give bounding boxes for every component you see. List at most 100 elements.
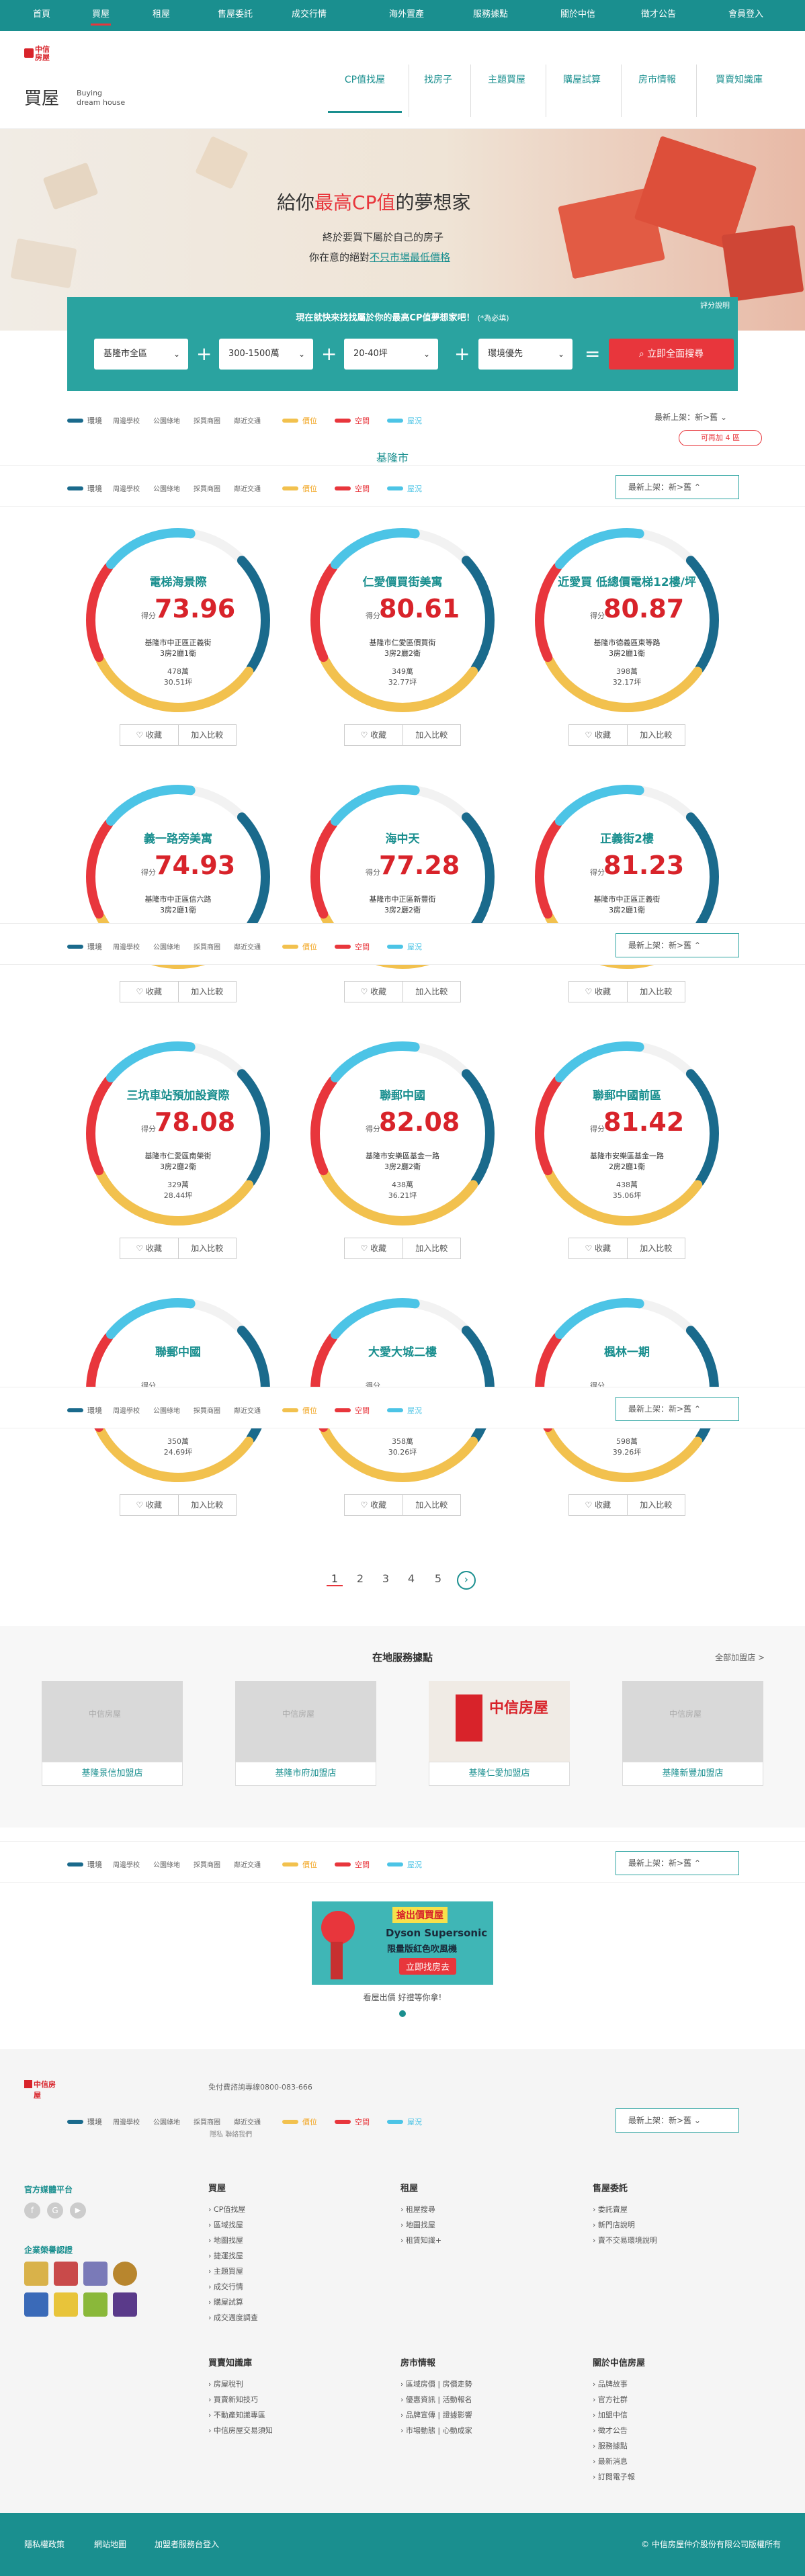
footer-link[interactable]: › 租賃知識+ [400, 2233, 441, 2248]
topnav-jobs[interactable]: 徵才公告 [625, 0, 692, 31]
compare-button[interactable]: 加入比較 [402, 725, 461, 745]
save-button[interactable]: ♡ 收藏 [120, 1495, 178, 1515]
property-name[interactable]: 聯郵中國前區 [516, 1086, 738, 1103]
page-1[interactable]: 1 [327, 1572, 343, 1586]
save-button[interactable]: ♡ 收藏 [345, 1238, 402, 1258]
save-button[interactable]: ♡ 收藏 [569, 725, 627, 745]
compare-button[interactable]: 加入比較 [177, 1238, 237, 1258]
all-shops-link[interactable]: 全部加盟店 > [715, 1651, 765, 1663]
save-button[interactable]: ♡ 收藏 [569, 1495, 627, 1515]
promo-banner[interactable]: 搶出價買屋 Dyson Supersonic 限量版紅色吹風機 立即找房去 [312, 1901, 493, 1985]
property-name[interactable]: 義一路旁美寓 [67, 829, 289, 846]
footer-link[interactable]: › 中信房屋交易須知 [208, 2423, 273, 2438]
compare-button[interactable]: 加入比較 [177, 982, 237, 1002]
property-name[interactable]: 聯郵中國 [67, 1342, 289, 1359]
footer-link[interactable]: › 區域找屋 [208, 2217, 258, 2233]
save-button[interactable]: ♡ 收藏 [345, 725, 402, 745]
compare-button[interactable]: 加入比較 [402, 1495, 461, 1515]
property-card[interactable]: 聯郵中國前區 得分 81.42 基隆市安樂區基金一路 2房2廳1衛 438萬 3… [516, 1039, 738, 1281]
footer-link[interactable]: › 品牌故事 [593, 2376, 645, 2392]
compare-button[interactable]: 加入比較 [177, 1495, 237, 1515]
sort-dropdown[interactable]: 最新上架：新>舊 ⌃ [616, 933, 739, 957]
sitemap-link[interactable]: 網站地圖 [94, 2538, 126, 2550]
price-select[interactable]: 300-1500萬 ⌄ [219, 339, 313, 370]
brand-logo[interactable]: 中信房屋 [24, 46, 54, 71]
footer-link[interactable]: › 租屋搜尋 [400, 2202, 441, 2217]
footer-link[interactable]: › CP值找屋 [208, 2202, 258, 2217]
footer-link[interactable]: › 地圖找屋 [400, 2217, 441, 2233]
score-help-link[interactable]: 評分說明 [700, 300, 730, 310]
topnav-rent[interactable]: 租屋 [128, 0, 195, 31]
search-button[interactable]: ⌕ 立即全面搜尋 [609, 339, 734, 370]
subnav-calc[interactable]: 購屋試算 [548, 66, 616, 113]
footer-link[interactable]: › 地圖找屋 [208, 2233, 258, 2248]
footer-link[interactable]: › 房屋稅刊 [208, 2376, 273, 2392]
subnav-theme[interactable]: 主題買屋 [473, 66, 540, 113]
property-name[interactable]: 聯郵中國 [292, 1086, 513, 1103]
save-button[interactable]: ♡ 收藏 [120, 725, 178, 745]
add-area-tag[interactable]: 可再加 4 區 [679, 430, 762, 446]
topnav-sell[interactable]: 售屋委託 [202, 0, 269, 31]
property-card[interactable]: 海中天 得分 77.28 基隆市中正區新豐街 3房2廳2衛 ♡ 收藏 加入比較 [292, 782, 513, 1024]
save-button[interactable]: ♡ 收藏 [120, 982, 178, 1002]
facebook-icon[interactable]: f [24, 2202, 40, 2219]
property-name[interactable]: 正義街2樓 [516, 829, 738, 846]
compare-button[interactable]: 加入比較 [402, 1238, 461, 1258]
topnav-home[interactable]: 首頁 [8, 0, 75, 31]
property-card[interactable]: 聯郵中國 得分 82.08 基隆市安樂區基金一路 3房2廳2衛 438萬 36.… [292, 1039, 513, 1281]
footer-link[interactable]: › 訂閱電子報 [593, 2469, 645, 2485]
compare-button[interactable]: 加入比較 [177, 725, 237, 745]
sort-dropdown[interactable]: 最新上架：新>舊 ⌃ [616, 1397, 739, 1421]
footer-link[interactable]: › 買賣新知技巧 [208, 2392, 273, 2407]
property-name[interactable]: 仁愛價買街美寓 [292, 572, 513, 589]
subnav-market[interactable]: 房市情報 [624, 66, 691, 113]
preference-select[interactable]: 環境優先 ⌄ [478, 339, 573, 370]
compare-button[interactable]: 加入比較 [626, 1238, 685, 1258]
save-button[interactable]: ♡ 收藏 [569, 982, 627, 1002]
property-name[interactable]: 楓林一期 [516, 1342, 738, 1359]
sort-dropdown[interactable]: 最新上架：新>舊 ⌃ [616, 475, 739, 499]
footer-link[interactable]: › 成交行情 [208, 2279, 258, 2294]
topnav-deals[interactable]: 成交行情 [276, 0, 343, 31]
save-button[interactable]: ♡ 收藏 [120, 1238, 178, 1258]
property-name[interactable]: 近愛買 低總價電梯12樓/坪 [516, 572, 738, 589]
topnav-about[interactable]: 關於中信 [544, 0, 611, 31]
topnav-overseas[interactable]: 海外置產 [373, 0, 440, 31]
footer-link[interactable]: › 主題買屋 [208, 2264, 258, 2279]
sort-dropdown[interactable]: 最新上架：新>舊 ⌄ [616, 2108, 739, 2133]
shop-card[interactable]: 中信房屋 基隆仁愛加盟店 [429, 1681, 570, 1786]
property-name[interactable]: 海中天 [292, 829, 513, 846]
privacy-link[interactable]: 隱私權政策 [24, 2538, 65, 2550]
compare-button[interactable]: 加入比較 [626, 982, 685, 1002]
compare-button[interactable]: 加入比較 [626, 1495, 685, 1515]
property-name[interactable]: 大愛大城二樓 [292, 1342, 513, 1359]
page-4[interactable]: 4 [403, 1572, 419, 1585]
footer-small-links[interactable]: 隱私 聯絡我們 [210, 2129, 252, 2139]
save-button[interactable]: ♡ 收藏 [345, 982, 402, 1002]
property-name[interactable]: 三坑車站預加設資際 [67, 1086, 289, 1103]
size-select[interactable]: 20-40坪 ⌄ [344, 339, 438, 370]
property-card[interactable]: 三坑車站預加設資際 得分 78.08 基隆市仁愛區南榮街 3房2廳2衛 329萬… [67, 1039, 289, 1281]
compare-button[interactable]: 加入比較 [626, 725, 685, 745]
shop-card[interactable]: 中信房屋 基隆市府加盟店 [235, 1681, 376, 1786]
topnav-buy[interactable]: 買屋 [67, 0, 134, 31]
footer-link[interactable]: › 賣不交易環境說明 [593, 2233, 657, 2248]
sort-dropdown[interactable]: 最新上架：新>舊 ⌃ [616, 1851, 739, 1875]
page-5[interactable]: 5 [430, 1572, 446, 1585]
footer-link[interactable]: › 市場動態 | 心動成家 [400, 2423, 472, 2438]
save-button[interactable]: ♡ 收藏 [345, 1495, 402, 1515]
footer-link[interactable]: › 捷運找屋 [208, 2248, 258, 2264]
carousel-dot[interactable] [399, 2010, 406, 2017]
next-page-button[interactable]: › [457, 1571, 476, 1590]
sort-dropdown[interactable]: 最新上架：新>舊 ⌄ [654, 411, 727, 423]
property-card[interactable]: 近愛買 低總價電梯12樓/坪 得分 80.87 基隆市德義區東等路 3房2廳1衛… [516, 525, 738, 767]
footer-link[interactable]: › 官方社群 [593, 2392, 645, 2407]
footer-link[interactable]: › 區域房價 | 房價走勢 [400, 2376, 472, 2392]
footer-link[interactable]: › 加盟中信 [593, 2407, 645, 2423]
footer-link[interactable]: › 不動產知識專區 [208, 2407, 273, 2423]
property-card[interactable]: 仁愛價買街美寓 得分 80.61 基隆市仁愛區價買街 3房2廳2衛 349萬 3… [292, 525, 513, 767]
subnav-knowledge[interactable]: 買賣知識庫 [699, 66, 779, 113]
footer-link[interactable]: › 購屋試算 [208, 2294, 258, 2310]
compare-button[interactable]: 加入比較 [402, 982, 461, 1002]
footer-link[interactable]: › 成交週度調查 [208, 2310, 258, 2325]
